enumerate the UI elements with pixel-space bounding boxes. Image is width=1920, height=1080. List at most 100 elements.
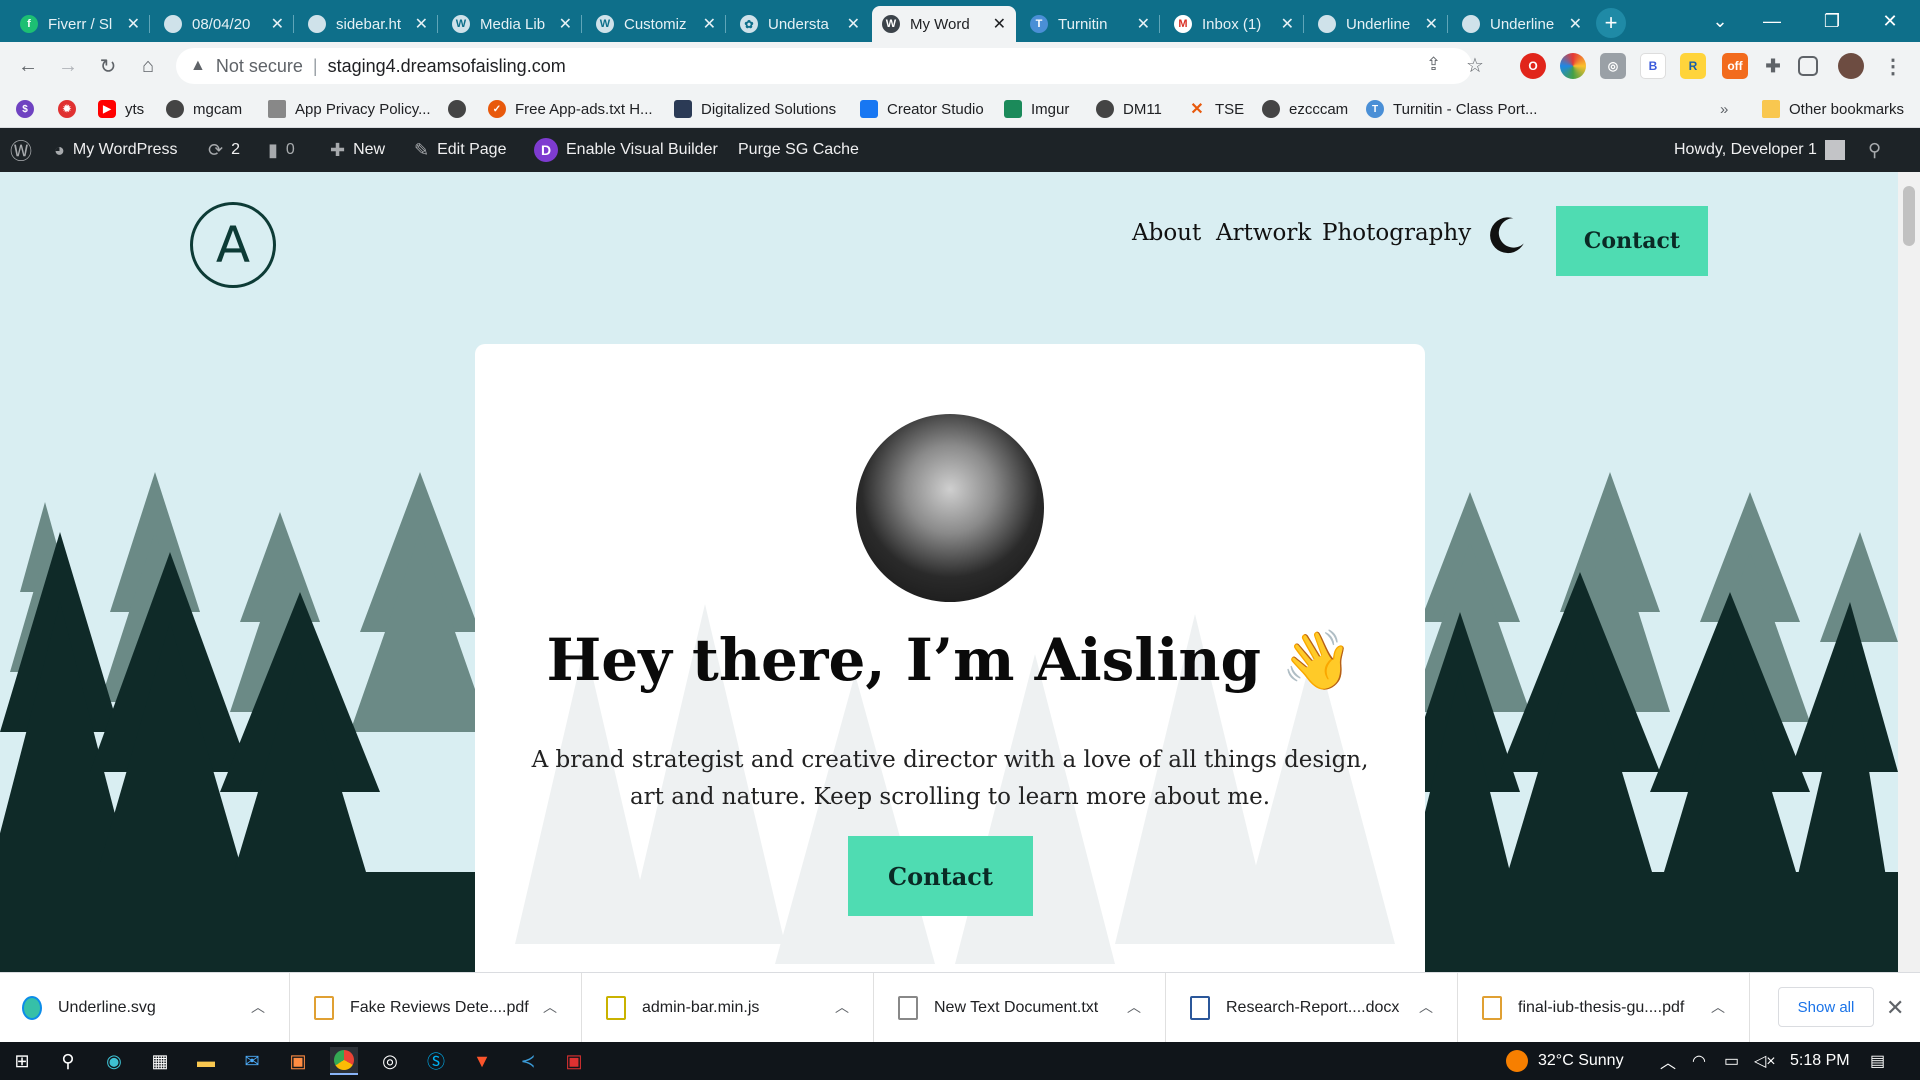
chevron-up-icon[interactable]: ︿ bbox=[1419, 997, 1433, 1017]
tray-chevron-icon[interactable]: ︿ bbox=[1660, 1042, 1676, 1080]
chrome-icon[interactable] bbox=[330, 1047, 358, 1075]
notification-icon[interactable]: ▤ bbox=[1870, 1042, 1885, 1080]
url-text[interactable]: staging4.dreamsofaisling.com bbox=[328, 56, 566, 77]
close-icon[interactable]: ✕ bbox=[1281, 14, 1294, 34]
edit-page-link[interactable]: ✎ Edit Page bbox=[414, 128, 506, 172]
store-icon[interactable]: ▦ bbox=[146, 1047, 174, 1075]
battery-icon[interactable]: ▭ bbox=[1724, 1042, 1739, 1080]
site-logo[interactable]: A bbox=[190, 202, 276, 288]
other-bookmarks-folder[interactable]: Other bookmarks bbox=[1762, 98, 1904, 120]
wifi-icon[interactable]: ◠ bbox=[1692, 1042, 1706, 1080]
extensions-puzzle-icon[interactable]: ✚ bbox=[1760, 53, 1786, 79]
bookmark-item[interactable]: App Privacy Policy... bbox=[268, 98, 431, 120]
page-scrollbar[interactable] bbox=[1898, 172, 1920, 972]
close-icon[interactable]: ✕ bbox=[847, 14, 860, 34]
skype-icon[interactable]: Ⓢ bbox=[422, 1047, 450, 1075]
tab-understand[interactable]: ✿ Understa ✕ bbox=[730, 6, 870, 42]
scrollbar-thumb[interactable] bbox=[1903, 186, 1915, 246]
bookmark-item[interactable]: mgcam bbox=[166, 98, 242, 120]
star-icon[interactable]: ☆ bbox=[1466, 53, 1484, 78]
close-icon[interactable]: ✕ bbox=[559, 14, 572, 34]
color-picker-extension-icon[interactable] bbox=[1560, 53, 1586, 79]
close-icon[interactable]: ✕ bbox=[1886, 995, 1904, 1021]
bookmark-item[interactable]: Digitalized Solutions bbox=[674, 98, 836, 120]
bookmark-item[interactable]: ✕ TSE bbox=[1188, 98, 1244, 120]
profile-avatar[interactable] bbox=[1838, 53, 1864, 79]
bookmark-item[interactable]: Creator Studio bbox=[860, 98, 984, 120]
close-icon[interactable]: ✕ bbox=[1569, 14, 1582, 34]
bookmark-item[interactable]: $ bbox=[16, 98, 43, 120]
nav-about[interactable]: About bbox=[1132, 220, 1201, 246]
camera-extension-icon[interactable]: ◎ bbox=[1600, 53, 1626, 79]
dark-mode-moon-icon[interactable] bbox=[1486, 214, 1528, 256]
download-item[interactable]: Fake Reviews Dete....pdf ︿ bbox=[292, 973, 582, 1043]
menu-kebab-icon[interactable]: ⋮ bbox=[1880, 53, 1906, 79]
chevron-up-icon[interactable]: ︿ bbox=[1711, 997, 1725, 1017]
nav-photography[interactable]: Photography bbox=[1322, 220, 1471, 246]
r-extension-icon[interactable]: R bbox=[1680, 53, 1706, 79]
address-bar[interactable]: ▲ Not secure | staging4.dreamsofaisling.… bbox=[176, 48, 1484, 84]
site-name-menu[interactable]: ◕ My WordPress bbox=[54, 128, 177, 172]
close-icon[interactable]: ✕ bbox=[1425, 14, 1438, 34]
new-content-menu[interactable]: ✚ New bbox=[330, 128, 385, 172]
restore-button[interactable]: ❐ bbox=[1812, 6, 1852, 36]
download-item[interactable]: New Text Document.txt ︿ bbox=[876, 973, 1166, 1043]
more-bookmarks-chevron[interactable]: » bbox=[1720, 98, 1728, 120]
tab-my-wordpress[interactable]: W My Word ✕ bbox=[872, 6, 1016, 42]
chevron-up-icon[interactable]: ︿ bbox=[251, 997, 265, 1017]
chevron-up-icon[interactable]: ︿ bbox=[1127, 997, 1141, 1017]
wordpress-logo-menu[interactable]: Ⓦ bbox=[10, 128, 40, 172]
forward-icon[interactable]: → bbox=[54, 52, 82, 80]
bookmark-item[interactable]: ✓ Free App-ads.txt H... bbox=[488, 98, 653, 120]
tab-underline-1[interactable]: Underline ✕ bbox=[1308, 6, 1448, 42]
nav-artwork[interactable]: Artwork bbox=[1216, 220, 1311, 246]
close-window-button[interactable]: ✕ bbox=[1870, 6, 1910, 36]
tab-search-icon[interactable]: ⌄ bbox=[1700, 6, 1740, 36]
xampp-icon[interactable]: ▣ bbox=[284, 1047, 312, 1075]
tab-customize[interactable]: W Customiz ✕ bbox=[586, 6, 726, 42]
vscode-icon[interactable]: ≺ bbox=[514, 1047, 542, 1075]
back-icon[interactable]: ← bbox=[14, 52, 42, 80]
download-item[interactable]: admin-bar.min.js ︿ bbox=[584, 973, 874, 1043]
bookmark-item[interactable]: T Turnitin - Class Port... bbox=[1366, 98, 1537, 120]
tab-sidebar[interactable]: sidebar.ht ✕ bbox=[298, 6, 438, 42]
hero-contact-button[interactable]: Contact bbox=[848, 836, 1033, 916]
search-icon[interactable]: ⚲ bbox=[1868, 128, 1889, 172]
opera-extension-icon[interactable]: O bbox=[1520, 53, 1546, 79]
bookmark-item[interactable]: DM11 bbox=[1096, 98, 1162, 120]
bookmark-item[interactable]: ezcccam bbox=[1262, 98, 1348, 120]
download-item[interactable]: Research-Report....docx ︿ bbox=[1168, 973, 1458, 1043]
bookmark-item[interactable] bbox=[448, 98, 475, 120]
purge-cache-link[interactable]: Purge SG Cache bbox=[738, 128, 859, 172]
home-icon[interactable]: ⌂ bbox=[134, 52, 162, 80]
tab-turnitin[interactable]: T Turnitin ✕ bbox=[1020, 6, 1160, 42]
chevron-up-icon[interactable]: ︿ bbox=[835, 997, 849, 1017]
tab-media-library[interactable]: W Media Lib ✕ bbox=[442, 6, 582, 42]
bookmark-item[interactable]: Imgur bbox=[1004, 98, 1069, 120]
brave-icon[interactable]: ▼ bbox=[468, 1047, 496, 1075]
side-panel-icon[interactable] bbox=[1798, 56, 1818, 76]
edge-icon[interactable]: ◉ bbox=[100, 1047, 128, 1075]
close-icon[interactable]: ✕ bbox=[703, 14, 716, 34]
chevron-up-icon[interactable]: ︿ bbox=[543, 997, 557, 1017]
weather-widget[interactable]: 32°C Sunny bbox=[1506, 1042, 1624, 1080]
mail-icon[interactable]: ✉ bbox=[238, 1047, 266, 1075]
bookmark-item[interactable]: ▶ yts bbox=[98, 98, 144, 120]
close-icon[interactable]: ✕ bbox=[993, 14, 1006, 34]
tab-underline-2[interactable]: Underline ✕ bbox=[1452, 6, 1592, 42]
file-explorer-icon[interactable]: ▬ bbox=[192, 1047, 220, 1075]
windows-start-icon[interactable]: ⊞ bbox=[8, 1047, 36, 1075]
b-extension-icon[interactable]: B bbox=[1640, 53, 1666, 79]
account-menu[interactable]: Howdy, Developer 1 bbox=[1674, 128, 1845, 172]
visual-builder-link[interactable]: D Enable Visual Builder bbox=[534, 128, 718, 172]
volume-muted-icon[interactable]: ◁× bbox=[1754, 1042, 1776, 1080]
anydesk-icon[interactable]: ▣ bbox=[560, 1047, 588, 1075]
show-all-button[interactable]: Show all bbox=[1778, 987, 1874, 1027]
share-icon[interactable]: ⇪ bbox=[1426, 54, 1441, 75]
download-item[interactable]: final-iub-thesis-gu....pdf ︿ bbox=[1460, 973, 1750, 1043]
tab-date[interactable]: 08/04/20 ✕ bbox=[154, 6, 294, 42]
close-icon[interactable]: ✕ bbox=[127, 14, 140, 34]
tab-inbox[interactable]: M Inbox (1) ✕ bbox=[1164, 6, 1304, 42]
search-icon[interactable]: ⚲ bbox=[54, 1047, 82, 1075]
off-extension-icon[interactable]: off bbox=[1722, 53, 1748, 79]
